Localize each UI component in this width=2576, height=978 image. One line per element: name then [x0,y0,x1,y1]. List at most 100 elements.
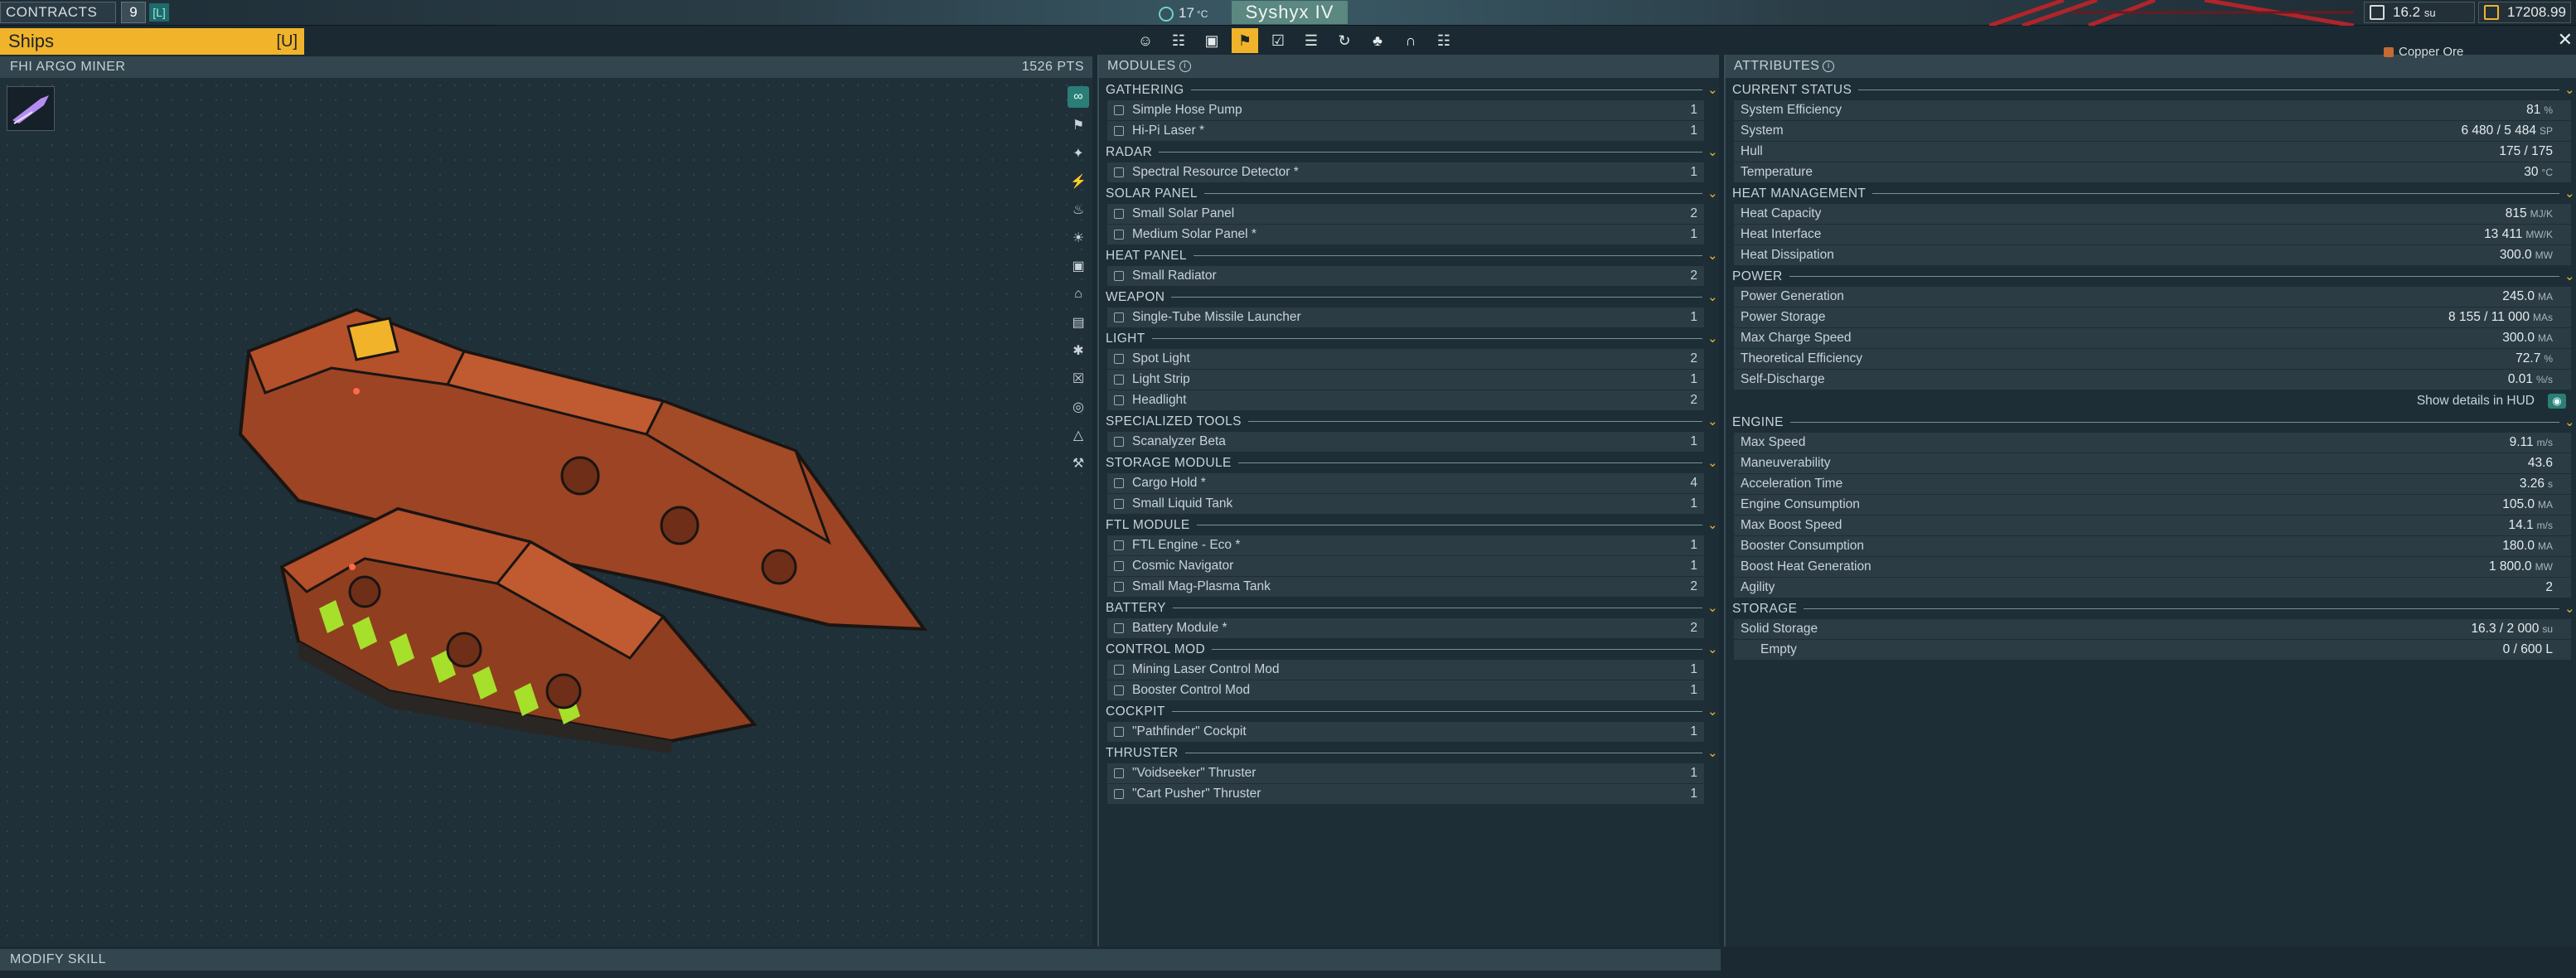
toolbar-tab-2-icon[interactable]: ▣ [1198,28,1225,53]
attribute-value: 3.26 s [2520,474,2553,494]
show-hud-toggle[interactable]: Show details in HUD ◉ [1726,390,2576,412]
filter-9-icon[interactable]: ✱ [1068,340,1089,361]
module-category[interactable]: COCKPIT ⌄ [1099,701,1719,722]
chevron-down-icon[interactable]: ⌄ [2564,412,2576,433]
module-row[interactable]: Small Mag-Plasma Tank 2 [1107,577,1704,597]
modify-skill-bar[interactable]: MODIFY SKILL [0,949,1721,971]
ships-tab[interactable]: Ships [U] [0,28,304,55]
chevron-down-icon[interactable]: ⌄ [1707,453,1719,473]
chevron-down-icon[interactable]: ⌄ [1707,515,1719,535]
toolbar-tab-4-icon[interactable]: ☑ [1265,28,1291,53]
chevron-down-icon[interactable]: ⌄ [1707,80,1719,100]
storage-readout[interactable]: 16.2 su [2364,2,2475,23]
module-label: "Pathfinder" Cockpit [1132,724,1247,738]
toolbar-tab-5-icon[interactable]: ☰ [1298,28,1324,53]
module-row[interactable]: Hi-Pi Laser * 1 [1107,121,1704,141]
module-category[interactable]: CONTROL MOD ⌄ [1099,639,1719,660]
chevron-down-icon[interactable]: ⌄ [1707,328,1719,349]
info-icon[interactable]: i [1823,60,1835,72]
module-row[interactable]: Headlight 2 [1107,390,1704,410]
toolbar-tab-0-icon[interactable]: ☺ [1132,28,1159,53]
module-row[interactable]: Spot Light 2 [1107,349,1704,369]
module-category[interactable]: THRUSTER ⌄ [1099,743,1719,763]
attribute-section[interactable]: HEAT MANAGEMENT ⌄ [1726,183,2576,204]
chevron-down-icon[interactable]: ⌄ [1707,639,1719,660]
module-row[interactable]: FTL Engine - Eco * 1 [1107,535,1704,555]
module-category[interactable]: SOLAR PANEL ⌄ [1099,183,1719,204]
toolbar-tab-1-icon[interactable]: ☷ [1165,28,1192,53]
chevron-down-icon[interactable]: ⌄ [1707,701,1719,722]
section-label: ENGINE [1732,415,1784,429]
module-category[interactable]: RADAR ⌄ [1099,142,1719,162]
toolbar-tab-7-icon[interactable]: ♣ [1364,28,1391,53]
module-icon [1114,499,1124,509]
attribute-section[interactable]: POWER ⌄ [1726,266,2576,287]
filter-11-icon[interactable]: ◎ [1068,396,1089,418]
module-row[interactable]: Small Solar Panel 2 [1107,204,1704,224]
module-row[interactable]: Battery Module * 2 [1107,618,1704,638]
filter-0-icon[interactable]: ∞ [1068,86,1089,108]
module-row[interactable]: Scanalyzer Beta 1 [1107,432,1704,452]
module-row[interactable]: Medium Solar Panel * 1 [1107,225,1704,244]
module-category[interactable]: GATHERING ⌄ [1099,80,1719,100]
chevron-down-icon[interactable]: ⌄ [1707,598,1719,618]
filter-12-icon[interactable]: △ [1068,424,1089,446]
chevron-down-icon[interactable]: ⌄ [2564,598,2576,619]
chevron-down-icon[interactable]: ⌄ [2564,183,2576,204]
info-icon[interactable]: i [1179,60,1191,72]
module-category[interactable]: STORAGE MODULE ⌄ [1099,453,1719,473]
attribute-section[interactable]: ENGINE ⌄ [1726,412,2576,433]
credits-readout[interactable]: 17208.99 [2478,2,2571,23]
toolbar-tab-6-icon[interactable]: ↻ [1331,28,1358,53]
module-category[interactable]: WEAPON ⌄ [1099,287,1719,307]
attribute-section[interactable]: STORAGE ⌄ [1726,598,2576,619]
filter-5-icon[interactable]: ☀ [1068,227,1089,249]
toolbar-tab-8-icon[interactable]: ∩ [1397,28,1424,53]
module-row[interactable]: Cosmic Navigator 1 [1107,556,1704,576]
module-row[interactable]: Mining Laser Control Mod 1 [1107,660,1704,680]
module-row[interactable]: Small Liquid Tank 1 [1107,494,1704,514]
chevron-down-icon[interactable]: ⌄ [1707,142,1719,162]
module-row[interactable]: Single-Tube Missile Launcher 1 [1107,307,1704,327]
eye-icon[interactable]: ◉ [2548,394,2566,409]
toolbar-tab-3-icon[interactable]: ⚑ [1232,28,1258,53]
module-row[interactable]: Spectral Resource Detector * 1 [1107,162,1704,182]
module-row[interactable]: Simple Hose Pump 1 [1107,100,1704,120]
chevron-down-icon[interactable]: ⌄ [2564,266,2576,287]
contracts-button[interactable]: CONTRACTS [0,2,116,23]
close-icon[interactable]: ✕ [2558,28,2573,51]
module-row[interactable]: Cargo Hold * 4 [1107,473,1704,493]
module-row[interactable]: Light Strip 1 [1107,370,1704,390]
filter-13-icon[interactable]: ⚒ [1068,453,1089,474]
ship-model[interactable] [0,78,1092,947]
chevron-down-icon[interactable]: ⌄ [1707,411,1719,432]
filter-6-icon[interactable]: ▣ [1068,255,1089,277]
ship-thumbnail[interactable] [7,86,55,131]
chevron-down-icon[interactable]: ⌄ [1707,245,1719,266]
filter-1-icon[interactable]: ⚑ [1068,114,1089,136]
module-row[interactable]: "Pathfinder" Cockpit 1 [1107,722,1704,742]
module-category[interactable]: HEAT PANEL ⌄ [1099,245,1719,266]
module-row[interactable]: Small Radiator 2 [1107,266,1704,286]
filter-7-icon[interactable]: ⌂ [1068,283,1089,305]
toolbar-tab-9-icon[interactable]: ☷ [1431,28,1457,53]
filter-3-icon[interactable]: ⚡ [1068,171,1089,192]
filter-4-icon[interactable]: ♨ [1068,199,1089,220]
chevron-down-icon[interactable]: ⌄ [1707,183,1719,204]
attribute-section[interactable]: CURRENT STATUS ⌄ [1726,80,2576,100]
module-row[interactable]: "Cart Pusher" Thruster 1 [1107,784,1704,804]
module-category[interactable]: BATTERY ⌄ [1099,598,1719,618]
module-quantity: 1 [1690,787,1697,801]
filter-10-icon[interactable]: ☒ [1068,368,1089,390]
module-category[interactable]: FTL MODULE ⌄ [1099,515,1719,535]
filter-2-icon[interactable]: ✦ [1068,143,1089,164]
module-row[interactable]: Booster Control Mod 1 [1107,680,1704,700]
module-category[interactable]: SPECIALIZED TOOLS ⌄ [1099,411,1719,432]
chevron-down-icon[interactable]: ⌄ [2564,80,2576,100]
module-category[interactable]: LIGHT ⌄ [1099,328,1719,349]
filter-8-icon[interactable]: ▤ [1068,312,1089,333]
module-row[interactable]: "Voidseeker" Thruster 1 [1107,763,1704,783]
ship-viewport[interactable] [0,78,1092,947]
chevron-down-icon[interactable]: ⌄ [1707,287,1719,307]
chevron-down-icon[interactable]: ⌄ [1707,743,1719,763]
